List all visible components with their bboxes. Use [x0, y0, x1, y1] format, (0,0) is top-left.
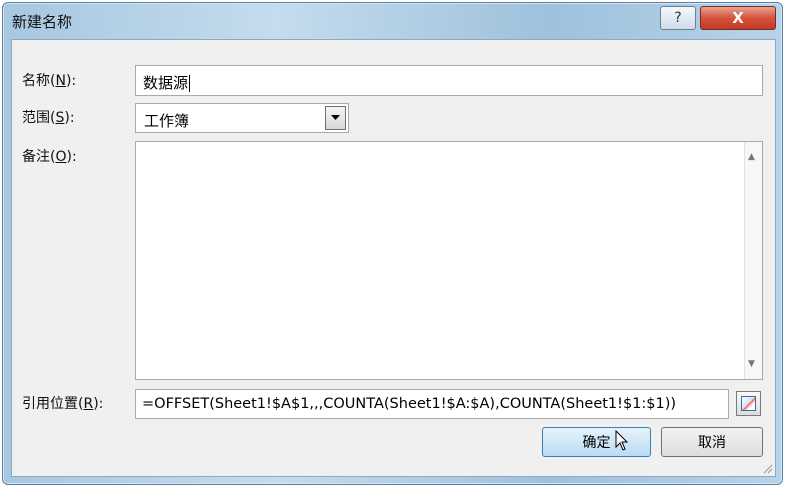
cancel-button[interactable]: 取消: [661, 427, 763, 457]
title-bar[interactable]: 新建名称 ? X: [3, 3, 782, 39]
comment-label: 备注(O):: [22, 149, 77, 165]
refers-to-input[interactable]: =OFFSET(Sheet1!$A$1,,,COUNTA(Sheet1!$A:$…: [135, 389, 729, 419]
close-icon: X: [732, 9, 744, 27]
scroll-up-icon[interactable]: ▲: [748, 152, 755, 162]
chevron-down-icon: [331, 115, 340, 120]
collapse-dialog-icon: [741, 396, 756, 411]
help-icon: ?: [674, 10, 682, 26]
collapse-dialog-button[interactable]: [736, 391, 761, 416]
scope-value: 工作簿: [144, 112, 190, 130]
scroll-down-icon[interactable]: ▼: [748, 359, 755, 369]
name-input[interactable]: 数据源: [135, 65, 763, 96]
comment-textarea[interactable]: ▲ ▼: [135, 141, 763, 380]
help-button[interactable]: ?: [660, 6, 696, 30]
scope-label: 范围(S):: [22, 110, 75, 126]
scope-select[interactable]: 工作簿: [135, 103, 349, 133]
refers-to-label: 引用位置(R):: [22, 396, 104, 412]
new-name-dialog: 新建名称 ? X 名称(N): 数据源 范围(S): 工作簿 备注(O): ▲ …: [2, 2, 783, 485]
dialog-title: 新建名称: [12, 13, 73, 31]
mouse-pointer-icon: [615, 430, 629, 451]
comment-scrollbar[interactable]: ▲ ▼: [744, 142, 762, 379]
scope-dropdown-button[interactable]: [325, 106, 346, 130]
resize-grip-icon[interactable]: [761, 462, 773, 474]
dialog-body: 名称(N): 数据源 范围(S): 工作簿 备注(O): ▲ ▼ 引用位置(R)…: [11, 39, 776, 477]
text-caret: [189, 75, 191, 92]
name-label: 名称(N):: [22, 73, 77, 89]
ok-button[interactable]: 确定: [542, 427, 651, 457]
close-button[interactable]: X: [700, 6, 776, 30]
